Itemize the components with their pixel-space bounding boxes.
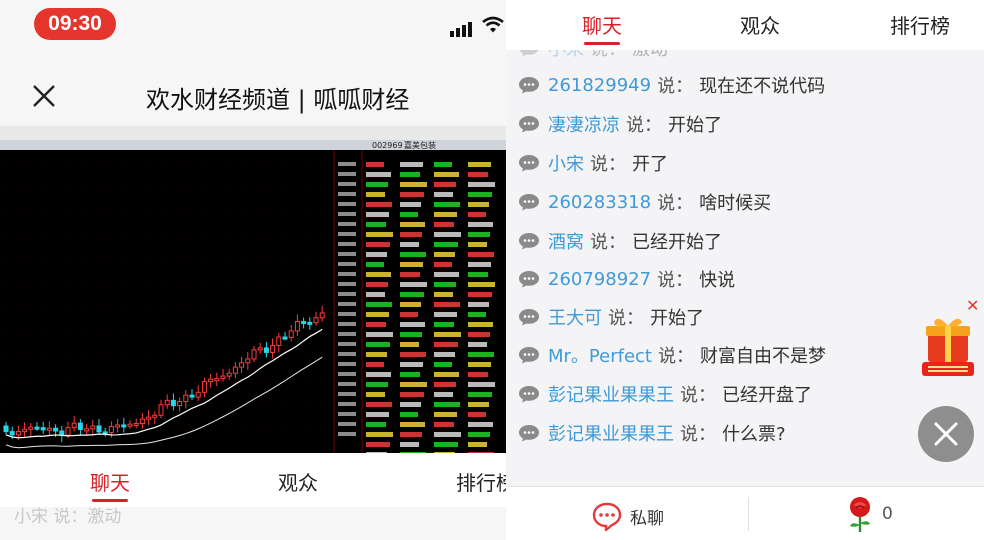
message-said: 说： [657,193,694,214]
message-username[interactable]: 260798927 [548,269,651,290]
tab-chat[interactable]: 聊天 [582,10,622,39]
chat-bottom-bar: 私聊 0 [506,486,984,540]
right-tab-bar: 聊天 观众 排行榜 [506,0,984,50]
chat-bubble-icon [519,77,539,94]
tab-audience[interactable]: 观众 [740,10,780,39]
tab-chat-left[interactable]: 聊天 [90,467,130,496]
private-chat-label: 私聊 [630,508,664,529]
message-said: 说： [590,154,626,175]
tab-audience-left[interactable]: 观众 [278,467,318,496]
message-username[interactable]: 王大可 [548,304,602,330]
message-said: 说： [657,270,694,291]
message-text: 快说 [699,270,736,291]
tab-chat-underline-right [584,42,620,45]
message-username[interactable]: 260283318 [548,192,651,213]
message-username[interactable]: 凄凄凉凉 [548,111,620,137]
stream-header: 欢水财经频道 | 呱呱财经 [0,62,506,132]
message-username[interactable]: 261829949 [548,75,651,96]
tab-ranking-left[interactable]: 排行榜 [456,467,506,496]
message-username[interactable]: Mr。Perfect [548,342,652,368]
rose-count: 0 [882,504,893,524]
chat-bubble-icon [519,386,539,403]
chat-message: 小宋 说： 开了 [518,148,668,178]
message-said: 说： [657,76,694,97]
message-said: 说： [680,424,716,445]
message-text: 开了 [632,154,668,175]
bottom-divider [748,497,749,531]
close-fab-button[interactable] [918,406,974,462]
chat-bubble-icon [519,347,539,364]
message-said: 说： [590,232,626,253]
message-text: 开始了 [668,115,722,136]
message-said: 说： [608,308,644,329]
chat-message: 酒窝 说： 已经开始了 [518,226,722,256]
chat-bubble-icon [519,116,539,133]
chat-bubble-icon [519,271,539,288]
left-tab-bar: 聊天 观众 排行榜 [0,453,506,507]
close-icon [934,422,958,446]
message-username[interactable]: 酒窝 [548,228,584,254]
message-text: 现在还不说代码 [699,76,826,97]
message-said: 说： [680,385,716,406]
message-text: 财富自由不是梦 [699,346,826,367]
chat-message: 彭记果业果果王 说： 已经开盘了 [518,379,812,409]
stream-title: 欢水财经频道 | 呱呱财经 [146,86,410,114]
message-text: 已经开盘了 [722,385,812,406]
chat-message: Mr。Perfect 说： 财富自由不是梦 [518,340,826,370]
stock-code: 002969 [372,141,403,150]
stock-name: 嘉美包装 [404,140,436,150]
chat-message: 261829949 说： 现在还不说代码 [518,70,825,100]
ghost-message: 小宋 说：激动 [14,507,122,527]
close-icon[interactable] [28,80,60,112]
gift-icon[interactable] [920,312,976,380]
rose-icon[interactable] [844,495,876,533]
status-time: 09:30 [34,8,116,40]
chat-message: 凄凄凉凉 说： 开始了 [518,109,722,139]
message-username[interactable]: 彭记果业果果王 [548,381,674,407]
chat-panel: 小宋说：激动261829949说：现在还不说代码凄凄凉凉说：开始了小宋说：开了2… [506,0,984,540]
chat-bubble-icon [519,233,539,250]
chat-bubble-icon [519,155,539,172]
message-text: 已经开始了 [632,232,722,253]
chat-message: 260798927 说： 快说 [518,264,735,294]
wifi-icon [482,16,504,33]
video-panel: 09:30 欢水财经频道 | 呱呱财经 002969 嘉美包装 聊天 观众 排行… [0,0,506,540]
message-text: 开始了 [650,308,704,329]
message-username[interactable]: 彭记果业果果王 [548,420,674,446]
chat-message: 260283318 说： 啥时候买 [518,187,771,217]
message-text: 啥时候买 [699,193,772,214]
message-said: 说： [657,346,694,367]
stock-chart-video[interactable]: 002969 嘉美包装 [0,126,506,453]
chat-bubble-icon [519,309,539,326]
private-chat-icon [592,502,622,531]
signal-icon [450,22,472,37]
stock-candlestick-chart: 002969 嘉美包装 [0,126,506,453]
chat-message: 彭记果业果果王 说： 什么票? [518,418,786,448]
message-text: 什么票? [722,424,786,445]
message-username[interactable]: 小宋 [548,150,584,176]
chat-message: 王大可 说： 开始了 [518,302,704,332]
message-said: 说： [626,115,662,136]
private-chat-button[interactable]: 私聊 [592,501,664,531]
chat-bubble-icon [519,194,539,211]
chat-bubble-icon [519,425,539,442]
tab-ranking[interactable]: 排行榜 [890,10,950,39]
